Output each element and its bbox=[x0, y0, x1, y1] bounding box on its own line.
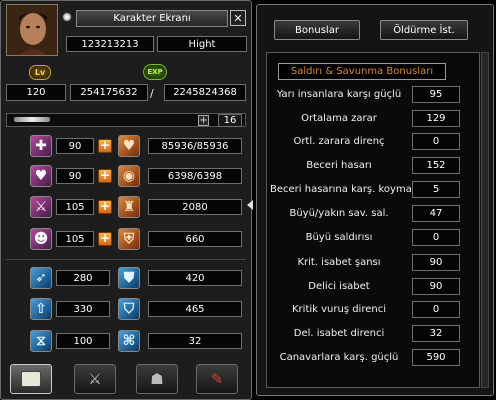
tab-quests[interactable]: ✎ bbox=[196, 364, 238, 394]
bonus-label: Delici isabet bbox=[308, 281, 370, 292]
attack-icon: ♜ bbox=[118, 196, 140, 218]
attack-speed-icon: ➶ bbox=[30, 267, 52, 289]
sword-tab-icon: ⚔ bbox=[88, 370, 102, 388]
tab-skills[interactable]: ⚔ bbox=[74, 364, 116, 394]
secondary-value: 280 bbox=[56, 270, 110, 286]
tab-kill-statistics[interactable]: Öldürme İst. bbox=[380, 20, 468, 40]
bonus-label: Büyü/yakın sav. sal. bbox=[289, 208, 389, 219]
armor-icon: ⛊ bbox=[118, 267, 140, 289]
panel-collapse-arrow-icon[interactable] bbox=[247, 200, 253, 210]
exp-separator: / bbox=[150, 87, 154, 100]
bonus-label: Beceri hasarına karş. koyma bbox=[270, 184, 412, 195]
stat-value: 105 bbox=[56, 231, 94, 247]
stat-result: 2080 bbox=[148, 199, 242, 215]
bonus-value: 47 bbox=[412, 205, 460, 222]
bonus-label: Canavarlara karş. güçlü bbox=[279, 352, 399, 363]
bonus-value: 90 bbox=[412, 254, 460, 271]
secondary-value: 465 bbox=[148, 301, 242, 317]
bonus-value: 590 bbox=[412, 349, 460, 366]
bonus-value: 90 bbox=[412, 278, 460, 295]
stat-value: 90 bbox=[56, 138, 94, 154]
stat-points-plus-icon: + bbox=[198, 115, 209, 126]
level-value: 120 bbox=[6, 84, 66, 101]
stat-result: 6398/6398 bbox=[148, 168, 242, 184]
stat-plus-button[interactable]: + bbox=[98, 139, 112, 153]
evasion-icon: ⌘ bbox=[118, 330, 140, 352]
sword-icon bbox=[14, 117, 50, 122]
heart-icon: ♥ bbox=[118, 135, 140, 157]
window-title: Karakter Ekranı bbox=[76, 10, 228, 27]
vitality-icon: ✚ bbox=[30, 135, 52, 157]
secondary-value: 330 bbox=[56, 301, 110, 317]
quest-icon: ✎ bbox=[210, 370, 224, 388]
stat-plus-button[interactable]: + bbox=[98, 200, 112, 214]
divider bbox=[6, 259, 246, 260]
stat-result: 660 bbox=[148, 231, 242, 247]
tab-bonuses[interactable]: Bonuslar bbox=[274, 20, 360, 40]
strength-icon: ⚔ bbox=[30, 196, 52, 218]
character-name: Hight bbox=[157, 36, 247, 52]
tab-character[interactable] bbox=[10, 364, 52, 394]
stat-value: 105 bbox=[56, 199, 94, 215]
bonus-label: Ortalama zarar bbox=[301, 113, 377, 124]
bonus-value: 32 bbox=[412, 325, 460, 342]
close-button[interactable]: ✕ bbox=[230, 10, 246, 26]
character-id: 123213213 bbox=[66, 36, 154, 52]
stat-plus-button[interactable]: + bbox=[98, 169, 112, 183]
dexterity-icon: ☻ bbox=[30, 228, 52, 250]
defense-icon: ⛨ bbox=[118, 228, 140, 250]
exp-current: 254175632 bbox=[70, 84, 148, 101]
intelligence-icon: ♥ bbox=[30, 165, 52, 187]
stat-result: 85936/85936 bbox=[148, 138, 242, 154]
bonus-label: Yarı insanlara karşı güçlü bbox=[276, 89, 402, 100]
stat-points-value: 16 bbox=[218, 114, 242, 127]
bonus-label: Kritik vuruş direnci bbox=[292, 304, 386, 315]
bonus-value: 95 bbox=[412, 86, 460, 103]
bonus-label: Del. isabet direnci bbox=[293, 328, 385, 339]
character-portrait bbox=[6, 4, 58, 56]
secondary-value: 420 bbox=[148, 270, 242, 286]
exp-badge-icon: EXP bbox=[143, 64, 167, 80]
bonus-label: Krit. isabet şansı bbox=[297, 257, 381, 268]
bonus-label: Ortl. zarara direnç bbox=[293, 136, 385, 147]
bonus-value: 152 bbox=[412, 157, 460, 174]
character-card-icon bbox=[21, 371, 41, 387]
stat-value: 90 bbox=[56, 168, 94, 184]
emote-icon: ☗ bbox=[150, 370, 164, 388]
magic-defense-icon: ⛉ bbox=[118, 298, 140, 320]
mana-icon: ◉ bbox=[118, 165, 140, 187]
bonus-label: Büyü saldırısı bbox=[305, 232, 373, 243]
lv-badge-icon: Lv bbox=[29, 65, 51, 80]
secondary-value: 32 bbox=[148, 333, 242, 349]
move-speed-icon: ⇧ bbox=[30, 298, 52, 320]
cast-speed-icon: ⧖ bbox=[30, 330, 52, 352]
section-title: Saldırı & Savunma Bonusları bbox=[278, 63, 446, 80]
bonus-value: 5 bbox=[412, 181, 460, 198]
stat-plus-button[interactable]: + bbox=[98, 232, 112, 246]
close-icon: ✕ bbox=[233, 11, 243, 25]
bonus-scrollbar[interactable] bbox=[481, 52, 489, 388]
bonus-value: 0 bbox=[412, 301, 460, 318]
tab-emotes[interactable]: ☗ bbox=[136, 364, 178, 394]
settings-gear-icon[interactable] bbox=[62, 12, 72, 22]
exp-max: 2245824368 bbox=[164, 84, 246, 101]
secondary-value: 100 bbox=[56, 333, 110, 349]
bonus-value: 129 bbox=[412, 110, 460, 127]
bonus-value: 0 bbox=[412, 229, 460, 246]
bonus-label: Beceri hasarı bbox=[306, 160, 372, 171]
bonus-value: 0 bbox=[412, 133, 460, 150]
